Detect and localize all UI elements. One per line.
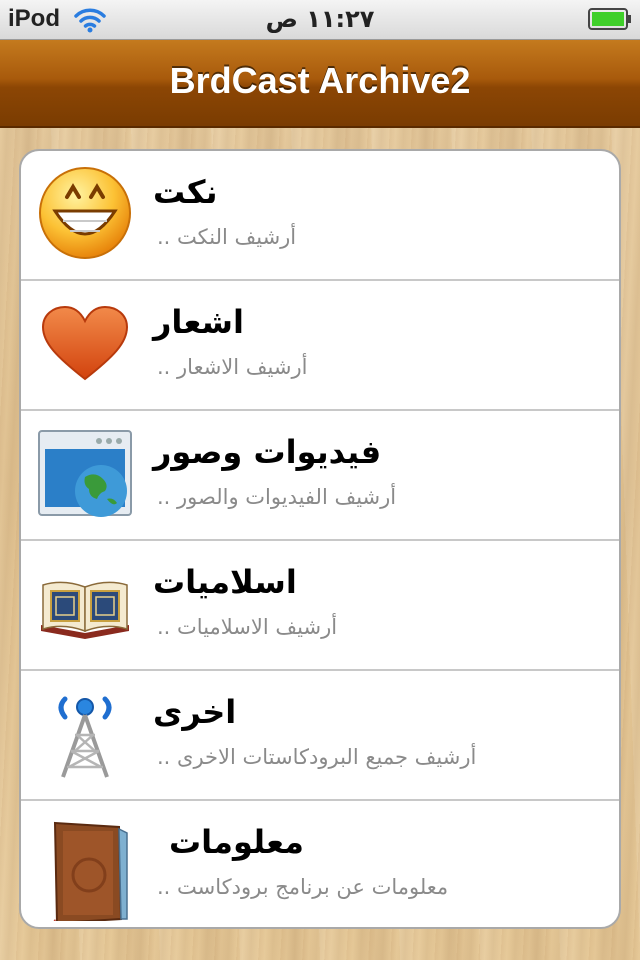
globe-window-icon [38,430,132,517]
row-subtitle: أرشيف الفيديوات والصور .. [157,485,397,509]
list-item-info[interactable]: معلومات معلومات عن برنامج برودكاست .. [21,801,619,927]
quran-book-icon [41,581,129,639]
list-item-jokes[interactable]: نكت أرشيف النكت .. [21,151,619,281]
broadcast-tower-icon [58,696,112,778]
heart-icon [41,305,129,381]
list-item-islamic[interactable]: اسلاميات أرشيف الاسلاميات .. [21,541,619,671]
battery-icon [588,8,631,30]
list-item-videos-photos[interactable]: فيديوات وصور أرشيف الفيديوات والصور .. [21,411,619,541]
row-subtitle: أرشيف الاشعار .. [157,355,308,379]
archive-list: نكت أرشيف النكت .. اشعار أرشيف الاشعار .… [19,149,621,929]
row-subtitle: معلومات عن برنامج برودكاست .. [157,875,449,899]
status-bar: iPod ١١:٢٧ ص [0,0,640,40]
info-book-icon [53,821,128,921]
nav-title: BrdCast Archive2 [169,60,471,101]
row-subtitle: أرشيف جميع البرودكاستات الاخرى .. [157,745,477,769]
row-title: نكت [153,173,218,211]
list-item-poems[interactable]: اشعار أرشيف الاشعار .. [21,281,619,411]
row-title: اخرى [153,693,237,731]
row-title: اسلاميات [153,563,297,601]
row-title: معلومات [169,823,304,861]
row-subtitle: أرشيف النكت .. [157,225,297,249]
row-subtitle: أرشيف الاسلاميات .. [157,615,338,639]
smiley-icon [39,167,131,259]
status-time: ١١:٢٧ ص [265,5,375,33]
row-title: فيديوات وصور [153,433,382,471]
navigation-bar: BrdCast Archive2 [0,40,640,128]
row-title: اشعار [153,303,244,341]
list-item-others[interactable]: اخرى أرشيف جميع البرودكاستات الاخرى .. [21,671,619,801]
